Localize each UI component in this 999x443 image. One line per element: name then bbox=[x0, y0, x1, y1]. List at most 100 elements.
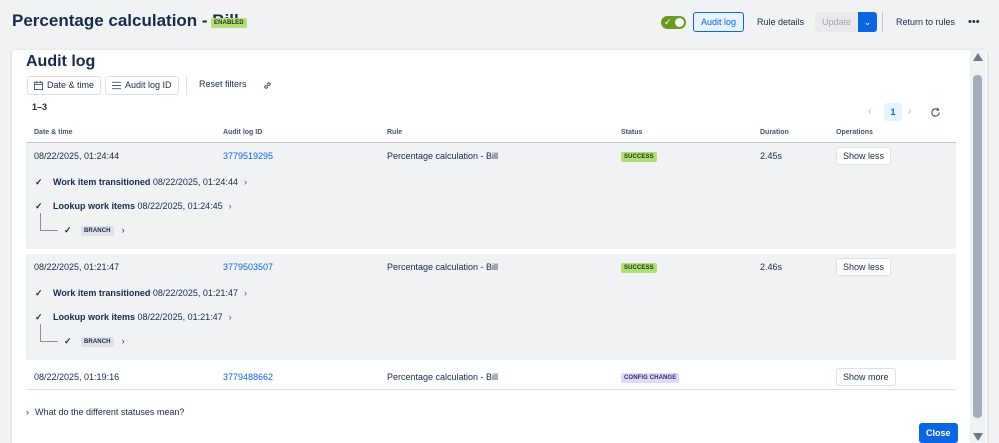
chevron-right-icon[interactable]: › bbox=[244, 175, 247, 189]
more-icon[interactable]: ••• bbox=[964, 12, 984, 32]
header-divider bbox=[882, 12, 883, 32]
chevron-down-icon: ⌄ bbox=[863, 17, 872, 27]
refresh-icon[interactable] bbox=[930, 107, 941, 118]
chevron-left-icon[interactable]: ‹ bbox=[868, 106, 871, 117]
log-entry-action: Work item transitioned bbox=[53, 288, 151, 298]
page-header: Percentage calculation - Bill ENABLED ✓ … bbox=[0, 0, 999, 46]
tree-connector bbox=[40, 341, 58, 342]
log-entry-time: 08/22/2025, 01:24:44 bbox=[152, 177, 238, 187]
row-audit-id-link[interactable]: 3779503507 bbox=[223, 262, 273, 272]
column-rule: Rule bbox=[387, 129, 403, 136]
show-more-button[interactable]: Show more bbox=[836, 368, 896, 386]
log-entry: ✓ Work item transitioned 08/22/2025, 01:2… bbox=[35, 286, 247, 300]
log-entry-action: Work item transitioned bbox=[53, 177, 151, 187]
return-to-rules-button[interactable]: Return to rules bbox=[888, 12, 963, 32]
table-header: Date & time Audit log ID Rule Status Dur… bbox=[26, 126, 956, 143]
branch-entry: ✓ BRANCH › bbox=[64, 223, 125, 237]
tree-connector bbox=[40, 213, 41, 230]
chevron-right-icon[interactable]: › bbox=[122, 336, 125, 346]
branch-badge: BRANCH bbox=[81, 336, 114, 347]
toggle-knob bbox=[675, 18, 684, 27]
log-entry: ✓ Lookup work items 08/22/2025, 01:24:45 › bbox=[35, 199, 232, 213]
chevron-right-icon[interactable]: › bbox=[122, 225, 125, 235]
show-less-button[interactable]: Show less bbox=[836, 258, 892, 276]
date-time-filter-label: Date & time bbox=[47, 80, 95, 90]
list-icon bbox=[112, 81, 121, 90]
status-badge: ENABLED bbox=[211, 18, 247, 28]
row-rule: Percentage calculation - Bill bbox=[387, 372, 499, 382]
audit-log-button[interactable]: Audit log bbox=[693, 12, 745, 32]
chevron-right-icon[interactable]: › bbox=[229, 199, 232, 213]
status-badge: CONFIG CHANGE bbox=[621, 373, 680, 383]
audit-log-id-filter-button[interactable]: Audit log ID bbox=[105, 76, 179, 95]
row-summary: 08/22/2025, 01:21:47 3779503507 Percenta… bbox=[26, 254, 956, 279]
close-button[interactable]: Close bbox=[919, 423, 958, 443]
scroll-up-arrow-icon[interactable] bbox=[973, 53, 983, 61]
result-count: 1–3 bbox=[32, 102, 48, 112]
pagination-page[interactable]: 1 bbox=[884, 103, 902, 121]
branch-badge: BRANCH bbox=[81, 225, 114, 236]
table-row: 08/22/2025, 01:24:44 3779519295 Percenta… bbox=[26, 143, 956, 249]
show-less-button[interactable]: Show less bbox=[836, 147, 892, 165]
log-entry-action: Lookup work items bbox=[53, 201, 136, 211]
row-rule: Percentage calculation - Bill bbox=[387, 262, 499, 272]
row-datetime: 08/22/2025, 01:24:44 bbox=[34, 151, 120, 161]
reset-filters-button[interactable]: Reset filters bbox=[193, 76, 253, 95]
row-audit-id-link[interactable]: 3779488662 bbox=[223, 372, 273, 382]
tree-connector bbox=[40, 230, 58, 231]
column-operations: Operations bbox=[836, 129, 873, 136]
status-badge: SUCCESS bbox=[621, 263, 657, 273]
scrollbar[interactable] bbox=[970, 50, 986, 443]
row-divider bbox=[26, 389, 956, 390]
link-icon[interactable] bbox=[262, 80, 273, 91]
tree-connector bbox=[40, 324, 41, 341]
row-duration: 2.45s bbox=[760, 151, 783, 161]
check-icon: ✓ bbox=[64, 336, 72, 346]
chevron-right-icon[interactable]: › bbox=[908, 106, 911, 117]
status-help-label: What do the different statuses mean? bbox=[35, 407, 185, 417]
update-dropdown-button[interactable]: ⌄ bbox=[858, 12, 877, 32]
log-entry-time: 08/22/2025, 01:24:45 bbox=[137, 201, 223, 211]
column-date-time[interactable]: Date & time bbox=[34, 129, 73, 136]
check-icon: ✓ bbox=[35, 312, 43, 322]
status-badge: SUCCESS bbox=[621, 152, 657, 162]
page-title: Percentage calculation - Bill bbox=[12, 11, 239, 30]
row-summary: 08/22/2025, 01:24:44 3779519295 Percenta… bbox=[26, 143, 956, 168]
table-row: 08/22/2025, 01:19:16 3779488662 Percenta… bbox=[26, 364, 956, 389]
rule-enabled-toggle[interactable]: ✓ bbox=[661, 16, 686, 29]
check-icon: ✓ bbox=[35, 201, 43, 211]
date-time-filter-button[interactable]: Date & time bbox=[27, 76, 102, 95]
calendar-icon bbox=[34, 81, 43, 90]
log-entry-action: Lookup work items bbox=[53, 312, 136, 322]
column-duration: Duration bbox=[760, 129, 789, 136]
row-audit-id-link[interactable]: 3779519295 bbox=[223, 151, 273, 161]
check-icon: ✓ bbox=[35, 177, 43, 187]
update-button[interactable]: Update bbox=[815, 12, 859, 32]
row-rule: Percentage calculation - Bill bbox=[387, 151, 499, 161]
modal-title: Audit log bbox=[26, 53, 96, 70]
check-icon: ✓ bbox=[664, 17, 672, 27]
status-help-toggle[interactable]: › What do the different statuses mean? bbox=[26, 407, 184, 417]
filter-divider bbox=[186, 75, 187, 95]
table-row: 08/22/2025, 01:21:47 3779503507 Percenta… bbox=[26, 254, 956, 360]
chevron-right-icon: › bbox=[26, 407, 29, 417]
scroll-down-arrow-icon[interactable] bbox=[973, 433, 983, 441]
audit-log-id-filter-label: Audit log ID bbox=[125, 80, 172, 90]
row-duration: 2.46s bbox=[760, 262, 783, 272]
chevron-right-icon[interactable]: › bbox=[244, 286, 247, 300]
check-icon: ✓ bbox=[64, 225, 72, 235]
audit-log-modal: Audit log Date & time Audit log ID Reset… bbox=[12, 50, 987, 443]
row-datetime: 08/22/2025, 01:19:16 bbox=[34, 372, 120, 382]
chevron-right-icon[interactable]: › bbox=[229, 310, 232, 324]
scrollbar-thumb[interactable] bbox=[973, 75, 982, 418]
column-audit-log-id[interactable]: Audit log ID bbox=[223, 129, 262, 136]
log-entry-time: 08/22/2025, 01:21:47 bbox=[137, 312, 223, 322]
log-entry: ✓ Lookup work items 08/22/2025, 01:21:47 › bbox=[35, 310, 232, 324]
branch-entry: ✓ BRANCH › bbox=[64, 334, 125, 348]
column-status: Status bbox=[621, 129, 643, 136]
check-icon: ✓ bbox=[35, 288, 43, 298]
row-datetime: 08/22/2025, 01:21:47 bbox=[34, 262, 120, 272]
rule-details-button[interactable]: Rule details bbox=[749, 12, 812, 32]
log-entry: ✓ Work item transitioned 08/22/2025, 01:2… bbox=[35, 175, 247, 189]
log-entry-time: 08/22/2025, 01:21:47 bbox=[152, 288, 238, 298]
